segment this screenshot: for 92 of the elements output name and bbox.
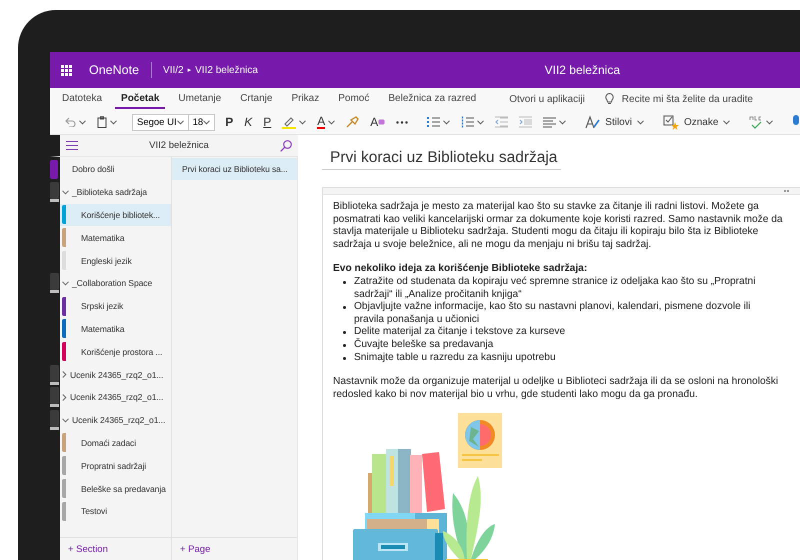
app-name[interactable]: OneNote xyxy=(89,63,140,77)
undo-icon xyxy=(64,117,76,127)
numbered-list-icon xyxy=(461,116,474,128)
section-item[interactable]: Dobro došli xyxy=(60,158,171,181)
align-left-icon xyxy=(543,116,556,128)
caret-icon xyxy=(723,120,730,124)
underline-button[interactable]: P xyxy=(259,113,276,131)
caret-icon xyxy=(176,120,184,124)
styles-button[interactable]: Stilovi xyxy=(581,113,648,131)
caret-icon xyxy=(328,120,336,124)
section-item[interactable]: Beleške sa predavanja xyxy=(60,477,171,500)
more-icon xyxy=(396,120,408,124)
page-title[interactable]: Prvi koraci uz Biblioteku sadržaja xyxy=(322,149,562,170)
section-group-item[interactable]: _Biblioteka sadržaja xyxy=(60,180,171,204)
italic-button[interactable]: K xyxy=(240,113,256,131)
add-section-button[interactable]: + Section xyxy=(66,542,110,556)
chevron-right-icon xyxy=(62,371,67,378)
bullet-item: Objavljujte važne informacije, kao što su nastavni planovi, kalendari, pismene dozvole ili pravila ponašanja u učionici xyxy=(343,301,783,326)
caret-icon xyxy=(636,120,644,124)
caret-icon xyxy=(477,120,484,124)
bullet-item: Čuvajte beleške sa predavanja xyxy=(343,338,783,352)
section-group-icon xyxy=(50,387,59,408)
highlighter-icon xyxy=(282,116,296,128)
note-handle-bar[interactable] xyxy=(323,188,800,195)
ribbon-tab[interactable]: Pomoć xyxy=(332,89,376,109)
lightbulb-icon xyxy=(604,93,614,105)
chevron-right-icon xyxy=(62,394,67,401)
caret-icon xyxy=(559,120,566,124)
checkbox-star-icon xyxy=(662,114,679,130)
section-group-item[interactable]: _Collaboration Space xyxy=(60,272,171,295)
section-group-icon xyxy=(50,410,59,430)
menu-icon xyxy=(66,141,78,150)
ribbon-tab[interactable]: Crtanje xyxy=(234,89,278,109)
section-item[interactable]: Srpski jezik xyxy=(60,294,171,318)
section-group-item[interactable]: Ucenik 24365_rzq2_o1... xyxy=(60,363,171,386)
add-page-button[interactable]: + Page xyxy=(178,542,212,556)
section-item[interactable]: Matematika xyxy=(60,226,171,250)
caret-icon xyxy=(766,120,774,124)
search-button[interactable] xyxy=(278,138,294,154)
chevron-down-icon xyxy=(62,418,69,423)
section-group-item[interactable]: Ucenik 24365_rzq2_o1... xyxy=(60,408,171,432)
search-icon xyxy=(280,140,292,152)
font-color-button[interactable]: A xyxy=(313,113,340,131)
paragraph: Nastavnik može da organizuje materijal u odeljke u Biblioteci sadržaja ili da se osloni na hronološki redosled kako bi nov materijal bio u vrhu, gde studenti lako mogu da ga pronađu. xyxy=(333,376,780,402)
ribbon-tab[interactable]: Prikaz xyxy=(285,89,326,109)
eraser-icon xyxy=(378,119,386,125)
tell-me-field[interactable]: Recite mi šta želite da uradite xyxy=(620,92,774,106)
section-item[interactable]: Domaći zadaci xyxy=(60,432,171,454)
section-item[interactable]: Korišćenje bibliotek... xyxy=(60,204,171,226)
caret-icon xyxy=(443,120,450,124)
indent-icon xyxy=(519,116,532,128)
breadcrumb-link[interactable]: VII/2 xyxy=(163,64,184,76)
section-group-icon xyxy=(50,182,59,202)
caret-icon xyxy=(203,120,210,124)
clipboard-icon xyxy=(97,116,107,128)
document-title: VII2 beležnica xyxy=(544,63,620,77)
tags-button[interactable]: Oznake xyxy=(658,112,734,132)
ribbon-tab[interactable]: Beležnica za razred xyxy=(382,89,482,109)
section-item[interactable]: Propratni sadržaji xyxy=(60,454,171,478)
section-item[interactable]: Engleski jezik xyxy=(60,249,171,272)
page-item[interactable]: Prvi koraci uz Biblioteku sa... xyxy=(172,158,297,180)
bullet-list-icon xyxy=(427,116,440,128)
list-heading: Evo nekoliko ideja za korišćenje Biblioteke sadržaja: xyxy=(333,263,588,276)
open-in-app-button[interactable]: Otvori u aplikaciji xyxy=(505,90,589,108)
clear-formatting-button[interactable]: A xyxy=(366,113,390,131)
section-group-item[interactable]: Ucenik 24365_rzq2_o1... xyxy=(60,386,171,409)
paintbrush-icon xyxy=(346,116,360,128)
section-group-icon xyxy=(50,364,59,385)
section-item[interactable]: Matematika xyxy=(60,318,171,340)
paragraph: Biblioteka sadržaja je mesto za materijal kao što su stavke za čitanje ili radni listovi. Možete ga posmatrati kao veliki kancelarijski ormar za dokumente koje koristi razred. Samo nastavnik može da stavlja materijale u Biblioteku sadržaja. Studenti mogu da čitaju ili kopiraju bilo šta iz Biblioteke sadržaja u svoje beležnice, ali ne mogu da menjaju ni brišu taj sadržaj. xyxy=(333,201,783,252)
caret-icon xyxy=(299,120,306,124)
section-item[interactable]: Testovi xyxy=(60,500,171,523)
app-launcher-icon[interactable] xyxy=(61,64,72,76)
bullet-item: Delite materijal za čitanje i tekstove za kurseve xyxy=(343,326,783,339)
font-size-field[interactable]: 18 xyxy=(188,114,216,130)
outdent-icon xyxy=(495,116,508,128)
section-group-icon xyxy=(50,273,59,294)
breadcrumb-link[interactable]: VII2 beležnica xyxy=(195,64,258,76)
ribbon-tab[interactable]: Umetanje xyxy=(172,89,228,109)
font-name-field[interactable]: Segoe UI xyxy=(132,114,189,130)
chevron-down-icon xyxy=(62,190,69,195)
caret-icon xyxy=(110,120,117,124)
spell-check-icon xyxy=(749,115,764,129)
section-item[interactable]: Korišćenje prostora ... xyxy=(60,340,171,364)
caret-icon xyxy=(79,120,86,124)
bold-button[interactable]: P xyxy=(221,113,238,131)
ribbon-tab[interactable]: Datoteka xyxy=(56,89,108,109)
bullet-item: Snimajte table u razredu za kasniju upotrebu xyxy=(343,352,783,364)
menu-button[interactable] xyxy=(64,139,80,152)
chevron-down-icon xyxy=(62,280,69,286)
styles-icon xyxy=(585,115,600,129)
bullet-item: Zatražite od studenata da kopiraju već spremne stranice iz odeljaka kao što su „Propratni sadržaji“ ili „Analize pročitanih knjiga“ xyxy=(343,276,783,302)
